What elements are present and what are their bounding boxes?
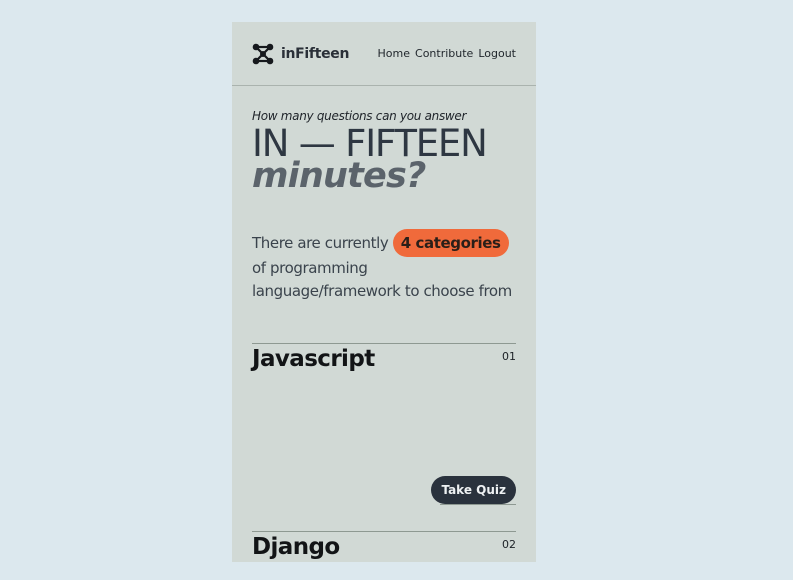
brand-name: inFifteen <box>281 46 350 62</box>
navbar: inFifteen Home Contribute Logout <box>232 22 536 86</box>
category-name: Javascript <box>252 346 375 372</box>
category-name: Django <box>252 534 340 560</box>
molecule-logo-icon <box>252 43 274 65</box>
app-card: inFifteen Home Contribute Logout How man… <box>232 22 536 562</box>
hero-description: There are currently 4 categories of prog… <box>252 229 516 303</box>
take-quiz-button[interactable]: Take Quiz <box>431 476 516 504</box>
hero-section: How many questions can you answer IN — F… <box>232 109 536 303</box>
nav-link-logout[interactable]: Logout <box>478 47 516 60</box>
category-item-javascript: Javascript 01 Take Quiz <box>252 343 516 505</box>
divider <box>440 504 516 505</box>
brand[interactable]: inFifteen <box>251 42 349 66</box>
desc-after: of programming language/framework to cho… <box>252 259 512 300</box>
desc-before: There are currently <box>252 234 393 252</box>
nav-links: Home Contribute Logout <box>378 47 516 60</box>
category-item-django: Django 02 <box>252 531 516 562</box>
category-number: 01 <box>502 350 516 363</box>
category-count-badge: 4 categories <box>392 229 509 257</box>
nav-link-home[interactable]: Home <box>378 47 410 60</box>
category-number: 02 <box>502 538 516 551</box>
nav-link-contribute[interactable]: Contribute <box>415 47 473 60</box>
hero-intro: How many questions can you answer <box>252 109 467 123</box>
category-list: Javascript 01 Take Quiz Django 02 <box>232 343 536 562</box>
